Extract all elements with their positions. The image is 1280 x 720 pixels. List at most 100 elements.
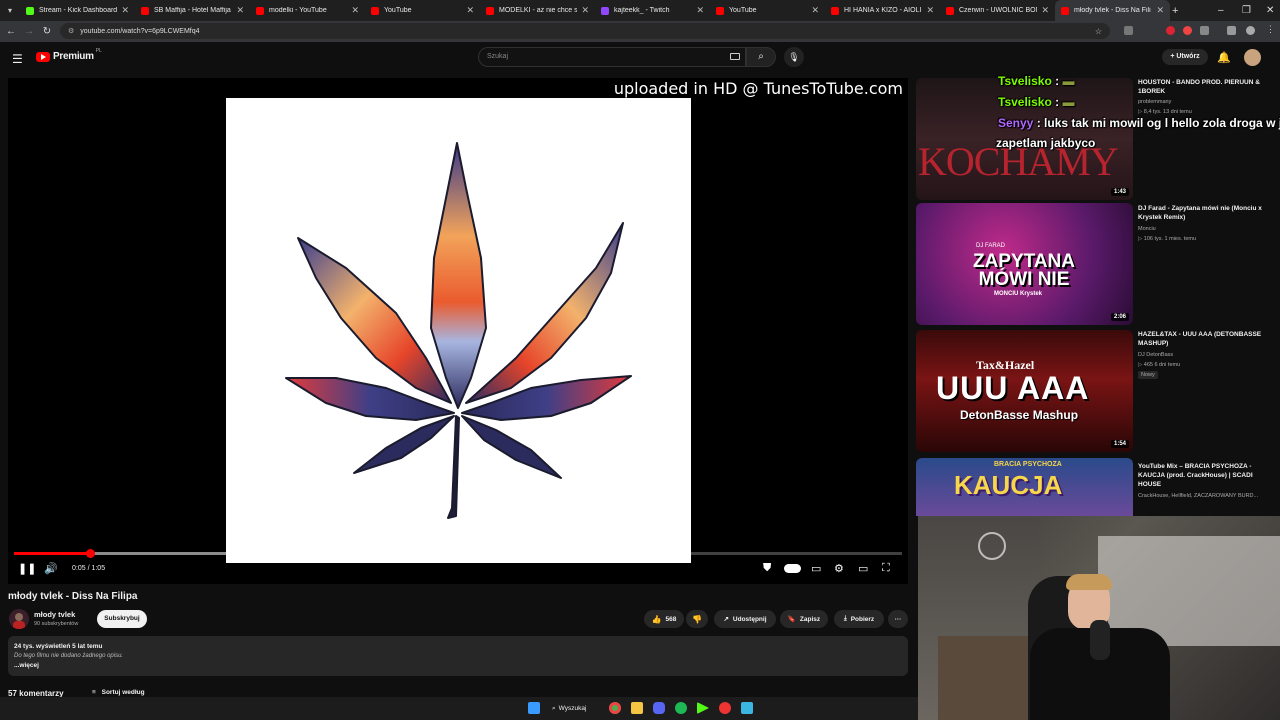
thumbnail-subtext-3: DetonBasse Mashup	[960, 408, 1079, 422]
subtitles-icon[interactable]: ▭	[811, 562, 821, 575]
subscribe-button[interactable]: Subskrybuj	[97, 610, 147, 628]
youtube-premium-logo[interactable]: Premium PL	[36, 48, 102, 62]
recommendation-thumbnail-2[interactable]: DJ FARAD ZAPYTANA MÓWI NIE MONCIU Kryste…	[916, 203, 1133, 325]
tab-close-icon[interactable]: ✕	[926, 5, 934, 16]
recommendation-channel-3[interactable]: DJ DetonBass	[1138, 352, 1173, 358]
tab-search-icon[interactable]: ▾	[0, 0, 20, 21]
sort-comments-button[interactable]: ≡ Sortuj według	[92, 689, 145, 696]
taskbar-search[interactable]: ⌕ Wyszukaj	[552, 702, 600, 715]
settings-gear-icon[interactable]: ⚙	[834, 562, 844, 575]
autoplay-toggle[interactable]	[784, 564, 801, 573]
microphone	[1090, 620, 1110, 660]
tab-favicon-icon	[1061, 6, 1069, 15]
volume-icon[interactable]: 🔊	[44, 562, 58, 575]
tab-close-icon[interactable]: ✕	[236, 5, 244, 16]
tab-favicon-icon	[601, 6, 609, 15]
tab-close-icon[interactable]: ✕	[811, 5, 819, 16]
recommendation-thumbnail-4[interactable]: BRACIA PSYCHOZA KAUCJA	[916, 458, 1133, 516]
browser-menu-icon[interactable]: ⋮	[1266, 24, 1275, 34]
recommendation-title-3[interactable]: HAZEL&TAX - UUU AAA (DETONBASSE MASHUP)	[1138, 330, 1276, 348]
hamburger-menu-icon[interactable]: ☰	[12, 52, 23, 66]
browser-tab[interactable]: kajteekk_ - Twitch ✕	[595, 0, 710, 21]
create-button[interactable]: + Utwórz	[1162, 49, 1208, 65]
extension-icon-1[interactable]	[1166, 26, 1175, 35]
progress-scrubber-handle[interactable]	[86, 549, 96, 558]
obs-icon[interactable]	[719, 702, 731, 714]
fullscreen-icon[interactable]: ⛶	[882, 562, 890, 575]
cast-icon[interactable]	[1124, 26, 1133, 35]
forward-icon[interactable]: →	[20, 26, 38, 37]
description-more-link[interactable]: ...więcej	[14, 662, 39, 669]
close-window-icon[interactable]: ✕	[1266, 0, 1274, 21]
keyboard-icon[interactable]	[730, 53, 740, 60]
channel-avatar[interactable]	[9, 609, 29, 629]
tab-close-icon[interactable]: ✕	[696, 5, 704, 16]
recommendation-channel-1[interactable]: problemmany	[1138, 99, 1171, 105]
search-button[interactable]: ⌕	[746, 47, 776, 67]
recommendation-title-1[interactable]: HOUSTON - BANDO PROD. PIERUUN & 1BOREK	[1138, 78, 1276, 96]
recommendation-title-2[interactable]: DJ Farad - Zapytana mówi nie (Monciu x K…	[1138, 204, 1276, 222]
browser-tab[interactable]: młody tvlek - Diss Na Fili ✕	[1055, 0, 1170, 21]
chrome-icon[interactable]	[609, 702, 621, 714]
extension-icon-2[interactable]	[1183, 26, 1192, 35]
share-button[interactable]: ↗ Udostępnij	[714, 610, 776, 628]
spotify-icon[interactable]	[675, 702, 687, 714]
search-input[interactable]: Szukaj	[478, 47, 746, 67]
video-player[interactable]: uploaded in HD @ TunesToTube.com ❚❚ 🔊 0:…	[8, 78, 908, 584]
site-info-icon[interactable]: ⚙	[68, 27, 74, 35]
file-explorer-icon[interactable]	[631, 702, 643, 714]
voice-search-button[interactable]: 🎙	[784, 47, 804, 67]
tab-close-icon[interactable]: ✕	[466, 5, 474, 16]
notepad-icon[interactable]	[741, 702, 753, 714]
like-button[interactable]: 👍 568	[644, 610, 684, 628]
browser-tab[interactable]: YouTube ✕	[365, 0, 480, 21]
recommendation-title-4[interactable]: YouTube Mix – BRACIA PSYCHOZA - KAUCJA (…	[1138, 462, 1276, 489]
pause-icon[interactable]: ❚❚	[18, 562, 36, 575]
minimize-icon[interactable]: –	[1218, 0, 1224, 21]
description-box[interactable]	[8, 636, 908, 676]
premium-shield-icon[interactable]: ⛊	[763, 562, 771, 575]
download-button[interactable]: ⤓ Pobierz	[834, 610, 884, 628]
progress-bar[interactable]	[14, 549, 902, 558]
more-actions-button[interactable]: ···	[888, 610, 908, 628]
back-icon[interactable]: ←	[2, 26, 20, 37]
browser-tab[interactable]: YouTube ✕	[710, 0, 825, 21]
theater-mode-icon[interactable]: ▭	[858, 562, 868, 575]
tab-close-icon[interactable]: ✕	[351, 5, 359, 16]
maximize-icon[interactable]: ❐	[1242, 0, 1251, 21]
new-tab-button[interactable]: +	[1172, 0, 1178, 21]
browser-tab[interactable]: HI HANIA x KIZO - AIOLI - Yo ✕	[825, 0, 940, 21]
recommendation-thumbnail-3[interactable]: Tax&Hazel UUU AAA DetonBasse Mashup 1:54	[916, 330, 1133, 452]
tab-close-icon[interactable]: ✕	[581, 5, 589, 16]
profile-icon[interactable]	[1246, 26, 1255, 35]
tab-title: Stream - Kick Dashboard	[39, 7, 118, 14]
url-field[interactable]: ⚙ youtube.com/watch?v=6p9LCWEMfq4 ☆	[60, 23, 1110, 39]
tab-favicon-icon	[946, 6, 954, 15]
tab-close-icon[interactable]: ✕	[121, 5, 129, 16]
notifications-bell-icon[interactable]: 🔔	[1217, 51, 1231, 64]
download-icon: ⤓	[843, 615, 847, 622]
save-button[interactable]: 🔖 Zapisz	[780, 610, 828, 628]
windows-start-icon[interactable]	[528, 702, 540, 714]
reload-icon[interactable]: ↻	[38, 26, 56, 37]
dislike-button[interactable]: 👎	[686, 610, 708, 628]
browser-tab[interactable]: modelki - YouTube ✕	[250, 0, 365, 21]
account-avatar[interactable]	[1244, 49, 1261, 66]
extensions-puzzle-icon[interactable]	[1227, 26, 1236, 35]
discord-icon[interactable]	[653, 702, 665, 714]
views-and-date: 24 tys. wyświetleń 5 lat temu	[14, 643, 103, 650]
browser-tab[interactable]: MODELKI - aż nie chce się wi✕	[480, 0, 595, 21]
tab-title: kajteekk_ - Twitch	[614, 7, 670, 14]
tab-title: YouTube	[384, 7, 412, 14]
browser-tab[interactable]: Czerwin - UWOLNIĆ BONUSA ✕	[940, 0, 1055, 21]
extension-icon-3[interactable]	[1200, 26, 1209, 35]
bookmark-star-icon[interactable]: ☆	[1095, 27, 1102, 36]
channel-name[interactable]: młody tvlek	[34, 610, 75, 619]
tab-close-icon[interactable]: ✕	[1041, 5, 1049, 16]
browser-tab[interactable]: SB Maffija - Hotel Maffija 3 - ✕	[135, 0, 250, 21]
recommendation-channel-4[interactable]: CrackHouse, Hellfield, ZACZAROWANY BURD.…	[1138, 493, 1258, 499]
tab-favicon-icon	[141, 6, 149, 15]
browser-tab[interactable]: Stream - Kick Dashboard ✕	[20, 0, 135, 21]
tab-close-icon[interactable]: ✕	[1156, 5, 1164, 16]
recommendation-channel-2[interactable]: Monciu	[1138, 226, 1156, 232]
